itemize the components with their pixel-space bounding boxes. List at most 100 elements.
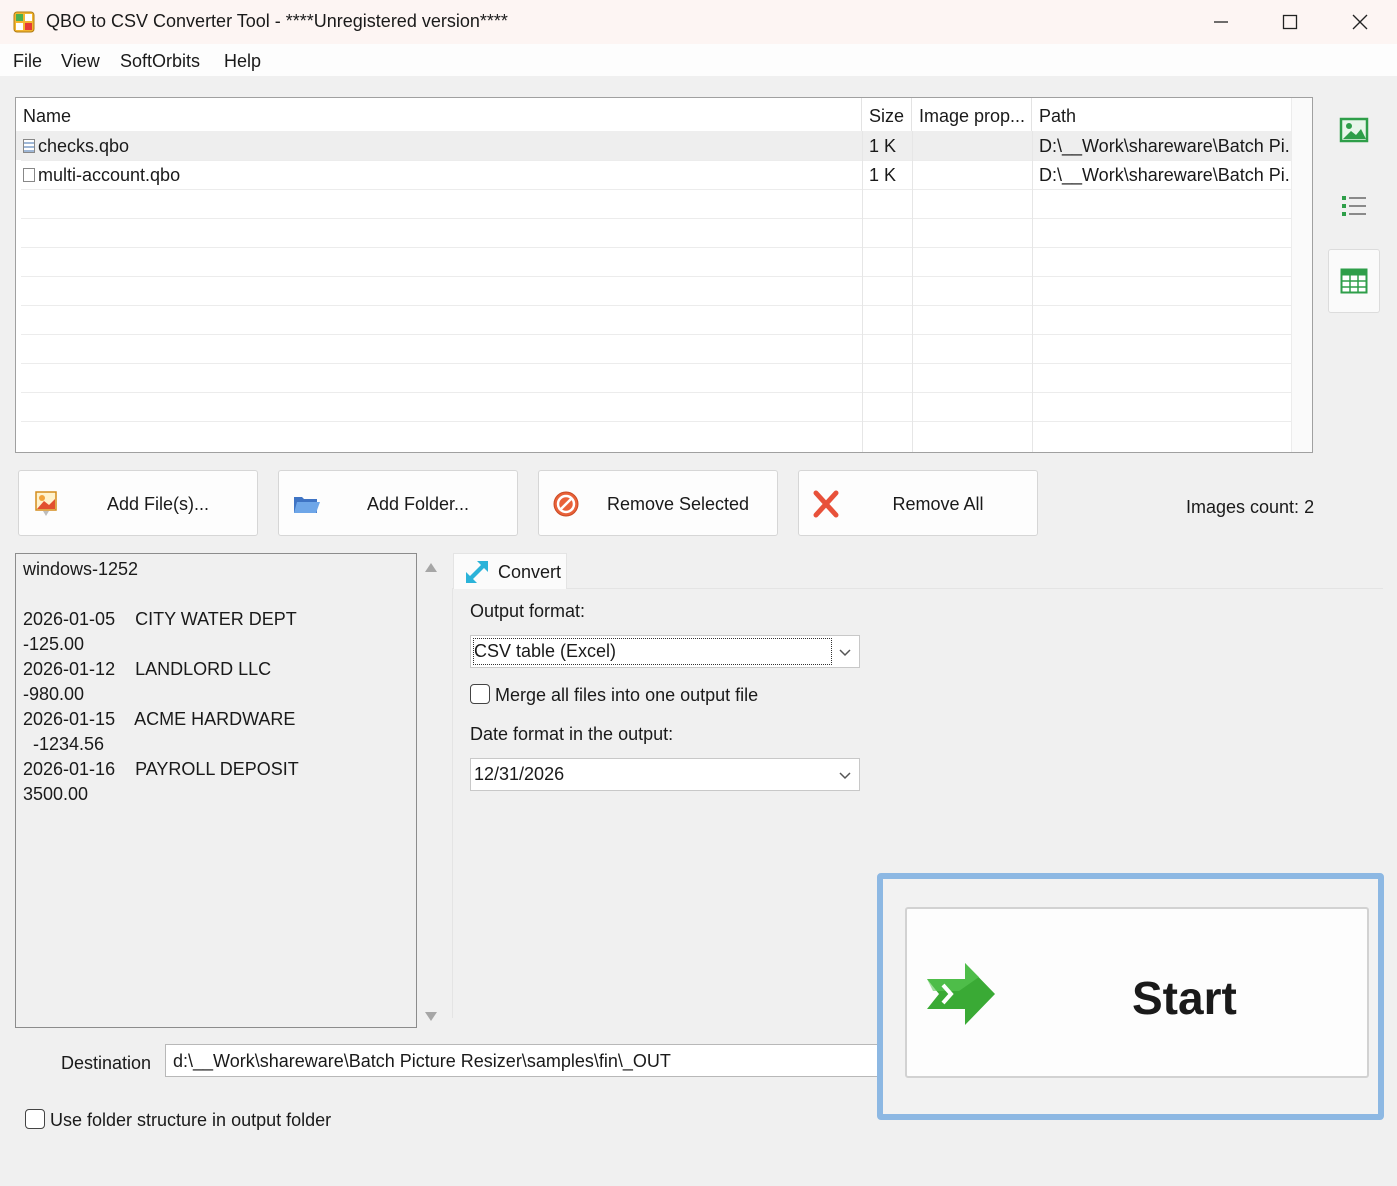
merge-files-checkbox[interactable] [470, 684, 490, 704]
title-bar: QBO to CSV Converter Tool - ****Unregist… [0, 0, 1397, 44]
qbo-file-icon [23, 168, 35, 182]
preview-encoding: windows-1252 [23, 559, 139, 579]
merge-files-label[interactable]: Merge all files into one output file [495, 685, 758, 706]
start-label: Start [1132, 972, 1237, 1024]
preview-line: 2026-01-05 CITY WATER DEPT [23, 609, 297, 629]
menu-softorbits[interactable]: SoftOrbits [120, 51, 200, 72]
preview-line: -980.00 [23, 684, 85, 704]
window-title: QBO to CSV Converter Tool - ****Unregist… [46, 11, 508, 31]
maximize-icon [1282, 14, 1298, 30]
file-name: checks.qbo [38, 136, 130, 156]
output-format-select[interactable]: CSV table (Excel) [470, 635, 860, 668]
grid-line [21, 218, 1292, 219]
destination-value: d:\__Work\shareware\Batch Picture Resize… [173, 1051, 671, 1071]
file-list[interactable]: Name Size Image prop... Path checks.qbo … [15, 97, 1313, 453]
grid-line [1032, 131, 1033, 452]
preview-line: 3500.00 [23, 784, 89, 804]
thumbnail-view-button[interactable] [1328, 98, 1380, 162]
chevron-down-icon [839, 649, 851, 657]
add-files-button[interactable]: Add File(s)... [18, 470, 258, 536]
file-image-properties [912, 160, 1032, 189]
grid-line [21, 334, 1292, 335]
list-view-button[interactable] [1328, 174, 1380, 238]
column-header-path[interactable]: Path [1032, 98, 1292, 131]
remove-all-button[interactable]: Remove All [798, 470, 1038, 536]
scroll-down-arrow-icon[interactable] [424, 1010, 438, 1022]
folder-icon [294, 497, 320, 513]
grid-line [21, 189, 1292, 190]
minimize-button[interactable] [1186, 0, 1256, 44]
remove-selected-label: Remove Selected [606, 494, 750, 514]
tab-panel-border [452, 588, 453, 1018]
table-icon [1340, 268, 1368, 294]
date-format-value: 12/31/2026 [474, 764, 565, 784]
close-button[interactable] [1325, 0, 1395, 44]
tab-convert[interactable]: Convert [453, 553, 567, 589]
table-row[interactable]: multi-account.qbo 1 K D:\__Work\sharewar… [16, 160, 1292, 189]
file-size: 1 K [869, 165, 897, 185]
grid-line [21, 160, 1292, 161]
preview-line: -125.00 [23, 634, 85, 654]
grid-line [21, 392, 1292, 393]
column-header-name[interactable]: Name [16, 98, 862, 131]
file-size: 1 K [869, 136, 897, 156]
minimize-icon [1214, 21, 1228, 23]
file-preview-panel[interactable]: windows-1252 2026-01-05 CITY WATER DEPT … [15, 553, 417, 1028]
menu-help[interactable]: Help [224, 51, 261, 72]
menu-bar: File View SoftOrbits Help [0, 44, 1397, 76]
add-image-file-icon [35, 491, 57, 516]
table-view-button[interactable] [1328, 249, 1380, 313]
destination-input[interactable]: d:\__Work\shareware\Batch Picture Resize… [165, 1044, 885, 1077]
preview-line: 2026-01-12 LANDLORD LLC [23, 659, 272, 679]
start-button[interactable]: Start [905, 907, 1369, 1078]
preview-line: 2026-01-15 ACME HARDWARE [23, 709, 296, 729]
file-image-properties [912, 131, 1032, 160]
grid-line [21, 276, 1292, 277]
file-path: D:\__Work\shareware\Batch Pi... [1039, 136, 1292, 156]
grid-line [21, 247, 1292, 248]
file-list-header: Name Size Image prop... Path [16, 98, 1292, 131]
menu-file[interactable]: File [13, 51, 42, 72]
use-folder-structure-label[interactable]: Use folder structure in output folder [50, 1110, 331, 1131]
maximize-button[interactable] [1255, 0, 1325, 44]
images-count: Images count: 2 [1186, 497, 1315, 517]
file-name: multi-account.qbo [38, 165, 181, 185]
convert-icon [466, 561, 488, 583]
remove-circle-icon [553, 491, 579, 517]
destination-label: Destination [61, 1053, 152, 1073]
remove-selected-button[interactable]: Remove Selected [538, 470, 778, 536]
app-icon [13, 11, 35, 33]
chevron-down-icon [839, 772, 851, 780]
file-name-cell: multi-account.qbo [16, 160, 862, 189]
scroll-up-arrow-icon[interactable] [424, 562, 438, 574]
grid-line [21, 421, 1292, 422]
picture-icon [1339, 117, 1369, 143]
output-format-value: CSV table (Excel) [474, 641, 617, 661]
tab-convert-label: Convert [498, 562, 562, 582]
green-arrow-icon [927, 963, 995, 1025]
file-list-scrollbar[interactable] [1291, 98, 1312, 452]
table-row[interactable]: checks.qbo 1 K D:\__Work\shareware\Batch… [16, 131, 1292, 160]
column-header-size[interactable]: Size [862, 98, 912, 131]
add-folder-label: Add Folder... [366, 494, 470, 514]
grid-line [21, 305, 1292, 306]
remove-all-label: Remove All [892, 494, 984, 514]
tab-divider [453, 588, 1383, 589]
date-format-select[interactable]: 12/31/2026 [470, 758, 860, 791]
close-icon [1352, 14, 1368, 30]
use-folder-structure-checkbox[interactable] [25, 1109, 45, 1129]
menu-view[interactable]: View [61, 51, 100, 72]
output-format-label: Output format: [470, 601, 586, 621]
file-name-cell: checks.qbo [16, 131, 862, 160]
preview-line: 2026-01-16 PAYROLL DEPOSIT [23, 759, 299, 779]
column-header-image-properties[interactable]: Image prop... [912, 98, 1032, 131]
add-files-label: Add File(s)... [106, 494, 210, 514]
list-icon [1342, 196, 1366, 216]
qbo-file-icon [23, 139, 35, 153]
grid-line [862, 131, 863, 452]
preview-line: -1234.56 [23, 734, 105, 754]
grid-line [21, 363, 1292, 364]
file-path: D:\__Work\shareware\Batch Pi... [1039, 165, 1292, 185]
grid-line [912, 131, 913, 452]
add-folder-button[interactable]: Add Folder... [278, 470, 518, 536]
